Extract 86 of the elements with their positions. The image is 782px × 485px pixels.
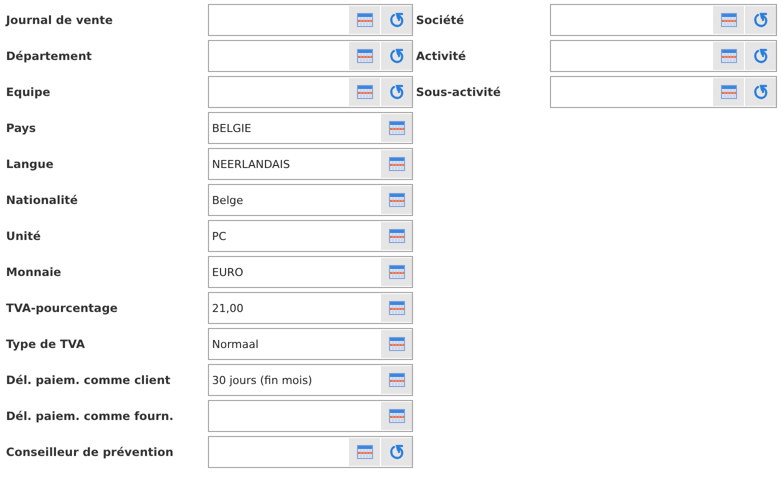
calendar-icon bbox=[356, 85, 372, 99]
calendar-icon bbox=[720, 49, 736, 63]
lookup-button[interactable] bbox=[349, 42, 380, 70]
reset-button[interactable] bbox=[381, 438, 412, 466]
lookup-button[interactable] bbox=[381, 366, 412, 394]
lookup-field[interactable]: BELGIE bbox=[208, 112, 413, 144]
lookup-field[interactable]: Belge bbox=[208, 184, 413, 216]
field-label: Nationalité bbox=[6, 192, 79, 209]
field-value: Belge bbox=[212, 194, 244, 206]
calendar-icon bbox=[388, 193, 404, 207]
calendar-icon bbox=[388, 121, 404, 135]
field-value: BELGIE bbox=[212, 122, 252, 134]
field-value: NEERLANDAIS bbox=[212, 158, 290, 170]
reset-button[interactable] bbox=[381, 78, 412, 106]
field-value: 21,00 bbox=[212, 302, 244, 314]
lookup-field[interactable]: EURO bbox=[208, 256, 413, 288]
reset-icon bbox=[752, 12, 768, 28]
field-value: EURO bbox=[212, 266, 244, 278]
lookup-button[interactable] bbox=[381, 294, 412, 322]
reset-button[interactable] bbox=[745, 78, 776, 106]
lookup-field[interactable] bbox=[550, 76, 777, 108]
reset-button[interactable] bbox=[381, 6, 412, 34]
lookup-button[interactable] bbox=[381, 330, 412, 358]
lookup-field[interactable] bbox=[208, 436, 413, 468]
calendar-icon bbox=[720, 13, 736, 27]
field-label: Dél. paiem. comme fourn. bbox=[6, 408, 175, 425]
lookup-field[interactable] bbox=[208, 40, 413, 72]
calendar-icon bbox=[388, 337, 404, 351]
lookup-field[interactable] bbox=[208, 76, 413, 108]
calendar-icon bbox=[388, 373, 404, 387]
field-label: Langue bbox=[6, 156, 54, 173]
calendar-icon bbox=[388, 157, 404, 171]
reset-icon bbox=[388, 84, 404, 100]
field-label: Unité bbox=[6, 228, 42, 245]
field-value: Normaal bbox=[212, 338, 259, 350]
lookup-field[interactable]: Normaal bbox=[208, 328, 413, 360]
field-value: PC bbox=[212, 230, 226, 242]
field-label: Conseilleur de prévention bbox=[6, 444, 174, 461]
lookup-field[interactable] bbox=[208, 400, 413, 432]
calendar-icon bbox=[388, 265, 404, 279]
field-label: Equipe bbox=[6, 84, 52, 101]
field-label: Dél. paiem. comme client bbox=[6, 372, 172, 389]
field-label: Société bbox=[416, 12, 466, 29]
reset-button[interactable] bbox=[745, 42, 776, 70]
reset-icon bbox=[388, 48, 404, 64]
lookup-field[interactable]: NEERLANDAIS bbox=[208, 148, 413, 180]
field-label: Sous-activité bbox=[416, 84, 502, 101]
lookup-button[interactable] bbox=[349, 438, 380, 466]
lookup-field[interactable]: PC bbox=[208, 220, 413, 252]
calendar-icon bbox=[720, 85, 736, 99]
calendar-icon bbox=[356, 445, 372, 459]
reset-icon bbox=[388, 444, 404, 460]
calendar-icon bbox=[356, 49, 372, 63]
lookup-field[interactable]: 21,00 bbox=[208, 292, 413, 324]
lookup-field[interactable] bbox=[550, 40, 777, 72]
field-label: Département bbox=[6, 48, 93, 65]
calendar-icon bbox=[356, 13, 372, 27]
lookup-button[interactable] bbox=[381, 402, 412, 430]
reset-icon bbox=[388, 12, 404, 28]
field-label: Monnaie bbox=[6, 264, 62, 281]
field-label: Journal de vente bbox=[6, 12, 114, 29]
reset-icon bbox=[752, 84, 768, 100]
lookup-button[interactable] bbox=[381, 150, 412, 178]
calendar-icon bbox=[388, 229, 404, 243]
lookup-field[interactable] bbox=[208, 4, 413, 36]
lookup-button[interactable] bbox=[349, 78, 380, 106]
lookup-button[interactable] bbox=[713, 42, 744, 70]
lookup-button[interactable] bbox=[381, 114, 412, 142]
field-label: Pays bbox=[6, 120, 37, 137]
field-label: TVA-pourcentage bbox=[6, 300, 119, 317]
reset-icon bbox=[752, 48, 768, 64]
calendar-icon bbox=[388, 301, 404, 315]
lookup-button[interactable] bbox=[381, 186, 412, 214]
lookup-field[interactable] bbox=[550, 4, 777, 36]
field-label: Type de TVA bbox=[6, 336, 86, 353]
lookup-button[interactable] bbox=[713, 78, 744, 106]
lookup-button[interactable] bbox=[381, 258, 412, 286]
lookup-button[interactable] bbox=[713, 6, 744, 34]
lookup-field[interactable]: 30 jours (fin mois) bbox=[208, 364, 413, 396]
field-label: Activité bbox=[416, 48, 467, 65]
reset-button[interactable] bbox=[381, 42, 412, 70]
lookup-button[interactable] bbox=[349, 6, 380, 34]
reset-button[interactable] bbox=[745, 6, 776, 34]
calendar-icon bbox=[388, 409, 404, 423]
lookup-button[interactable] bbox=[381, 222, 412, 250]
field-value: 30 jours (fin mois) bbox=[212, 374, 312, 386]
